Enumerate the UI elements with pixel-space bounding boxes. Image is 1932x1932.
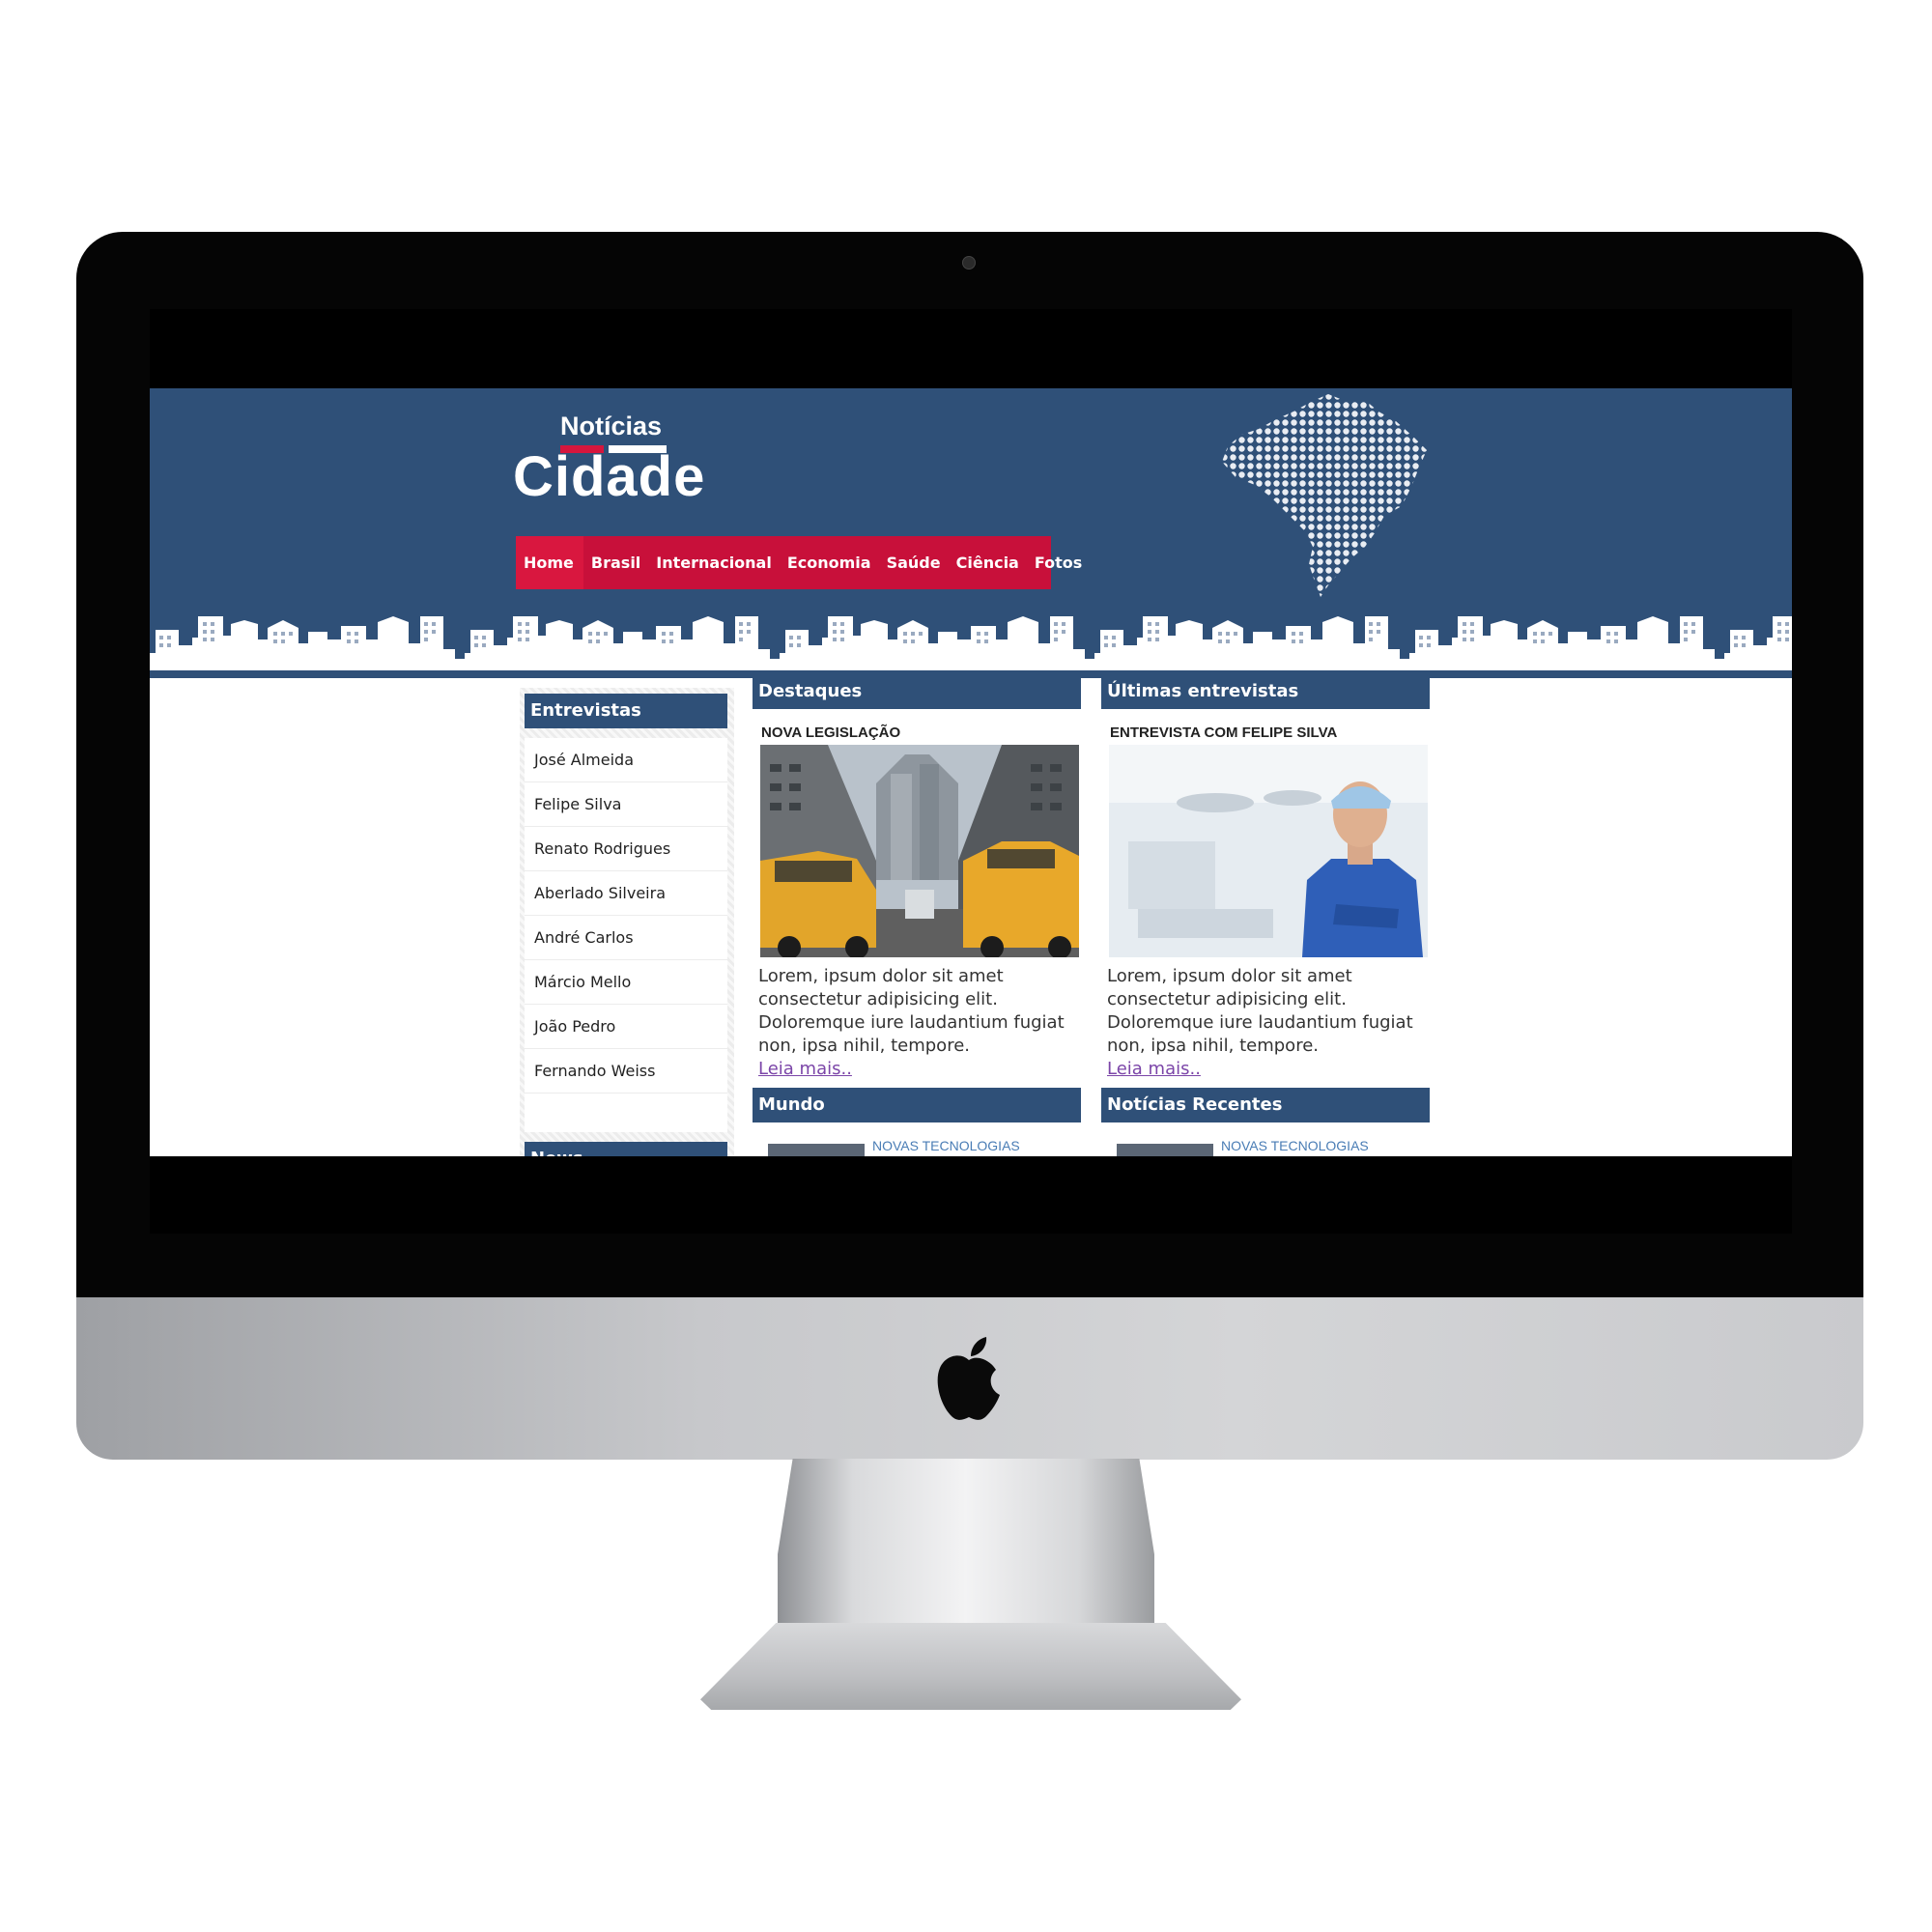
featured-text: Lorem, ipsum dolor sit amet consectetur … — [758, 966, 1065, 1056]
latest-interviews-image[interactable] — [1109, 745, 1428, 957]
interview-item[interactable]: Renato Rodrigues — [525, 827, 727, 871]
city-taxis-image — [760, 745, 1079, 957]
world-item-label[interactable]: NOVAS TECNOLOGIAS — [872, 1138, 1020, 1153]
featured-heading: Destaques — [753, 674, 1081, 709]
latest-interviews-text: Lorem, ipsum dolor sit amet consectetur … — [1107, 966, 1413, 1056]
featured-image[interactable] — [760, 745, 1079, 957]
screen: Notícias Cidade Home Brasil Internaciona… — [150, 309, 1792, 1234]
apple-logo-icon — [937, 1337, 1000, 1420]
interview-item[interactable]: Márcio Mello — [525, 960, 727, 1005]
latest-interviews-heading: Últimas entrevistas — [1101, 674, 1430, 709]
nav-item-economia[interactable]: Economia — [780, 536, 879, 589]
monitor-stand-base — [700, 1623, 1241, 1710]
interviews-list: José Almeida Felipe Silva Renato Rodrigu… — [525, 738, 727, 1132]
city-skyline-decoration — [150, 611, 1792, 670]
featured-column: Destaques NOVA LEGISLAÇÃO Lorem, ipsum d… — [753, 674, 1081, 1081]
site-header: Notícias Cidade Home Brasil Internaciona… — [150, 388, 1792, 678]
sidebar: Entrevistas José Almeida Felipe Silva Re… — [520, 688, 734, 1156]
nav-item-saude[interactable]: Saúde — [879, 536, 949, 589]
latest-interviews-column: Últimas entrevistas ENTREVISTA COM FELIP… — [1101, 674, 1430, 1081]
world-column: Mundo NOVAS TECNOLOGIAS — [753, 1088, 1081, 1156]
news-heading: News — [525, 1142, 727, 1156]
latest-interviews-read-more-link[interactable]: Leia mais.. — [1107, 1058, 1201, 1081]
nav-item-brasil[interactable]: Brasil — [583, 536, 648, 589]
interview-item[interactable]: Felipe Silva — [525, 782, 727, 827]
interview-item[interactable]: Aberlado Silveira — [525, 871, 727, 916]
interview-item[interactable]: Fernando Weiss — [525, 1049, 727, 1094]
website: Notícias Cidade Home Brasil Internaciona… — [150, 388, 1792, 1156]
world-heading: Mundo — [753, 1088, 1081, 1122]
world-thumbnail[interactable] — [768, 1144, 865, 1156]
recent-heading: Notícias Recentes — [1101, 1088, 1430, 1122]
monitor-stand — [778, 1459, 1154, 1633]
nav-item-home[interactable]: Home — [516, 536, 583, 589]
brazil-map-icon — [1222, 394, 1427, 597]
recent-column: Notícias Recentes NOVAS TECNOLOGIAS — [1101, 1088, 1430, 1156]
latest-interviews-kicker: ENTREVISTA COM FELIPE SILVA — [1110, 724, 1338, 741]
nav-item-internacional[interactable]: Internacional — [648, 536, 780, 589]
interview-item[interactable]: João Pedro — [525, 1005, 727, 1049]
featured-kicker: NOVA LEGISLAÇÃO — [761, 724, 901, 741]
recent-item-label[interactable]: NOVAS TECNOLOGIAS — [1221, 1138, 1369, 1153]
main-nav: Home Brasil Internacional Economia Saúde… — [516, 536, 1082, 589]
webcam-icon — [962, 256, 976, 270]
recent-thumbnail[interactable] — [1117, 1144, 1213, 1156]
nav-item-fotos[interactable]: Fotos — [1027, 536, 1090, 589]
interviews-heading: Entrevistas — [525, 694, 727, 728]
logo-main-text[interactable]: Cidade — [513, 444, 705, 509]
doctor-image — [1109, 745, 1428, 957]
featured-read-more-link[interactable]: Leia mais.. — [758, 1058, 852, 1081]
logo-top-text: Notícias — [560, 412, 663, 440]
interview-item[interactable]: André Carlos — [525, 916, 727, 960]
interview-item[interactable]: José Almeida — [525, 738, 727, 782]
nav-item-ciencia[interactable]: Ciência — [949, 536, 1027, 589]
